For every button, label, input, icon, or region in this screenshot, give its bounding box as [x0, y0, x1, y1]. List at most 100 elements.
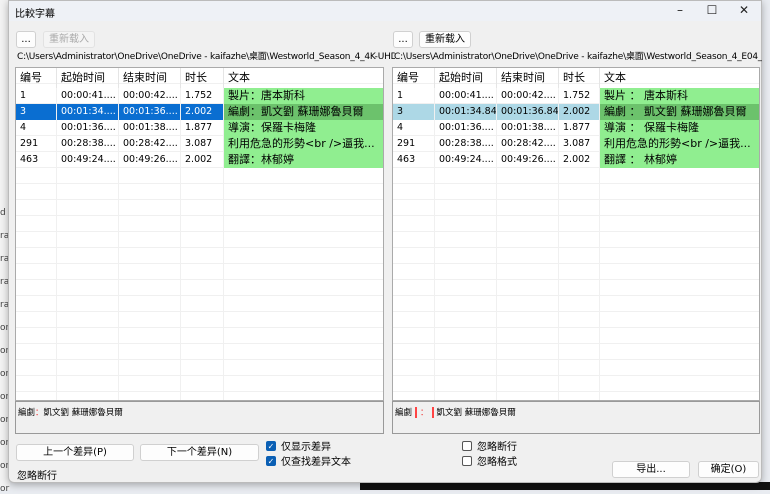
table-cell: [497, 392, 559, 400]
table-cell: [57, 248, 119, 264]
column-header[interactable]: 时长: [181, 68, 224, 88]
table-row[interactable]: [16, 248, 383, 264]
table-row[interactable]: [16, 312, 383, 328]
table-cell: [16, 248, 57, 264]
table-cell: [559, 392, 600, 400]
table-row[interactable]: 291 00:28:38.... 00:28:42.... 3.087 利用危急的形勢<…: [16, 136, 383, 152]
table-row[interactable]: [16, 168, 383, 184]
table-row[interactable]: [393, 360, 759, 376]
previous-diff-button[interactable]: 上一个差异(P): [16, 444, 134, 461]
table-row[interactable]: [16, 264, 383, 280]
table-row[interactable]: [393, 296, 759, 312]
table-cell: [559, 360, 600, 376]
table-row[interactable]: [393, 312, 759, 328]
only-show-diff-checkbox[interactable]: ✓ 仅显示差异: [266, 438, 331, 453]
table-row[interactable]: [393, 344, 759, 360]
next-diff-button[interactable]: 下一个差异(N): [140, 444, 259, 461]
table-row[interactable]: [393, 200, 759, 216]
table-row[interactable]: [393, 184, 759, 200]
maximize-icon[interactable]: ☐: [697, 3, 727, 19]
table-cell: [181, 184, 224, 200]
table-cell: [224, 376, 383, 392]
table-cell: [435, 312, 497, 328]
table-row[interactable]: [16, 376, 383, 392]
table-row[interactable]: 4 00:01:36.... 00:01:38.... 1.877 導演：保羅卡梅隆: [16, 120, 383, 136]
column-header[interactable]: 编号: [16, 68, 57, 88]
only-diff-text-checkbox[interactable]: ✓ 仅查找差异文本: [266, 453, 351, 468]
table-row[interactable]: [393, 168, 759, 184]
column-header[interactable]: 结束时间: [119, 68, 181, 88]
column-header[interactable]: 编号: [393, 68, 435, 88]
left-reload-button[interactable]: 重新载入: [43, 31, 95, 48]
export-button[interactable]: 导出...: [612, 461, 690, 478]
table-row[interactable]: [16, 184, 383, 200]
checkbox-empty: [462, 455, 472, 466]
left-subtitle-list[interactable]: 编号 起始时间 结束时间 时长 文本 1 00:00:41.... 00:00:42.... 1…: [15, 67, 384, 401]
column-header[interactable]: 起始时间: [435, 68, 497, 88]
table-cell: [57, 280, 119, 296]
left-browse-button[interactable]: ...: [16, 31, 36, 48]
table-row[interactable]: [16, 344, 383, 360]
column-header[interactable]: 起始时间: [57, 68, 119, 88]
table-cell: [119, 376, 181, 392]
table-row[interactable]: [16, 200, 383, 216]
table-cell: [16, 216, 57, 232]
column-header[interactable]: 结束时间: [497, 68, 559, 88]
table-row[interactable]: [393, 216, 759, 232]
table-cell: [119, 184, 181, 200]
column-header[interactable]: 文本: [600, 68, 759, 88]
table-row[interactable]: [16, 280, 383, 296]
table-cell: [181, 264, 224, 280]
table-row[interactable]: 463 00:49:24.... 00:49:26.... 2.002 翻譯 ： 林郁婷: [393, 152, 759, 168]
ok-button[interactable]: 确定(O): [698, 461, 759, 478]
ignore-format-checkbox[interactable]: 忽略格式: [462, 453, 517, 468]
table-cell: [16, 200, 57, 216]
table-cell: [497, 216, 559, 232]
table-row[interactable]: 291 00:28:38.... 00:28:42.... 3.087 利用危急的形勢<…: [393, 136, 759, 152]
table-row[interactable]: [393, 392, 759, 400]
table-row[interactable]: [16, 360, 383, 376]
right-subtitle-list[interactable]: 编号 起始时间 结束时间 时长 文本 1 00:00:41.... 00:00:42.... 1…: [392, 67, 760, 401]
table-row[interactable]: [393, 376, 759, 392]
minimize-icon[interactable]: –: [665, 3, 695, 19]
table-row[interactable]: 3 00:01:34.84 00:01:36.84 2.002 編劇 ： 凱文劉 蘇珊娜…: [393, 104, 759, 120]
table-cell: [57, 264, 119, 280]
table-row[interactable]: 3 00:01:34.... 00:01:36.... 2.002 編劇：凱文劉 蘇珊娜…: [16, 104, 383, 120]
table-cell: 463: [16, 152, 57, 168]
table-row[interactable]: [393, 232, 759, 248]
column-header[interactable]: 文本: [224, 68, 383, 88]
checkmark-icon: ✓: [266, 440, 276, 451]
table-row[interactable]: [393, 264, 759, 280]
table-cell: [16, 232, 57, 248]
table-row[interactable]: [16, 328, 383, 344]
column-header[interactable]: 时长: [559, 68, 600, 88]
table-row[interactable]: [16, 296, 383, 312]
table-cell: 00:01:36.84: [497, 104, 559, 120]
detail-text: 凱文劉 蘇珊娜魯貝爾: [436, 408, 516, 418]
right-reload-button[interactable]: 重新载入: [419, 31, 471, 48]
status-text: 忽略断行: [17, 471, 57, 482]
table-row[interactable]: 4 00:01:36.... 00:01:38.... 1.877 導演 ： 保羅卡梅隆: [393, 120, 759, 136]
table-row[interactable]: [393, 328, 759, 344]
close-icon[interactable]: ✕: [729, 3, 759, 19]
table-row[interactable]: [393, 280, 759, 296]
table-cell: [497, 360, 559, 376]
table-row[interactable]: [16, 232, 383, 248]
table-cell: [393, 328, 435, 344]
table-cell: [119, 296, 181, 312]
right-browse-button[interactable]: ...: [393, 31, 413, 48]
table-cell: [224, 232, 383, 248]
table-cell: [119, 216, 181, 232]
table-row[interactable]: 463 00:49:24.... 00:49:26.... 2.002 翻譯：林郁婷: [16, 152, 383, 168]
table-row[interactable]: [16, 392, 383, 400]
table-row[interactable]: [16, 216, 383, 232]
table-row[interactable]: 1 00:00:41.... 00:00:42.... 1.752 製片：唐本斯科: [16, 88, 383, 104]
ignore-linebreak-checkbox[interactable]: 忽略断行: [462, 438, 517, 453]
table-cell: 463: [393, 152, 435, 168]
table-cell: 翻譯：林郁婷: [224, 152, 383, 168]
table-cell: [393, 248, 435, 264]
table-row[interactable]: [393, 248, 759, 264]
table-cell: [181, 360, 224, 376]
table-cell: [600, 184, 759, 200]
table-row[interactable]: 1 00:00:41.... 00:00:42.... 1.752 製片 ： 唐本斯科: [393, 88, 759, 104]
